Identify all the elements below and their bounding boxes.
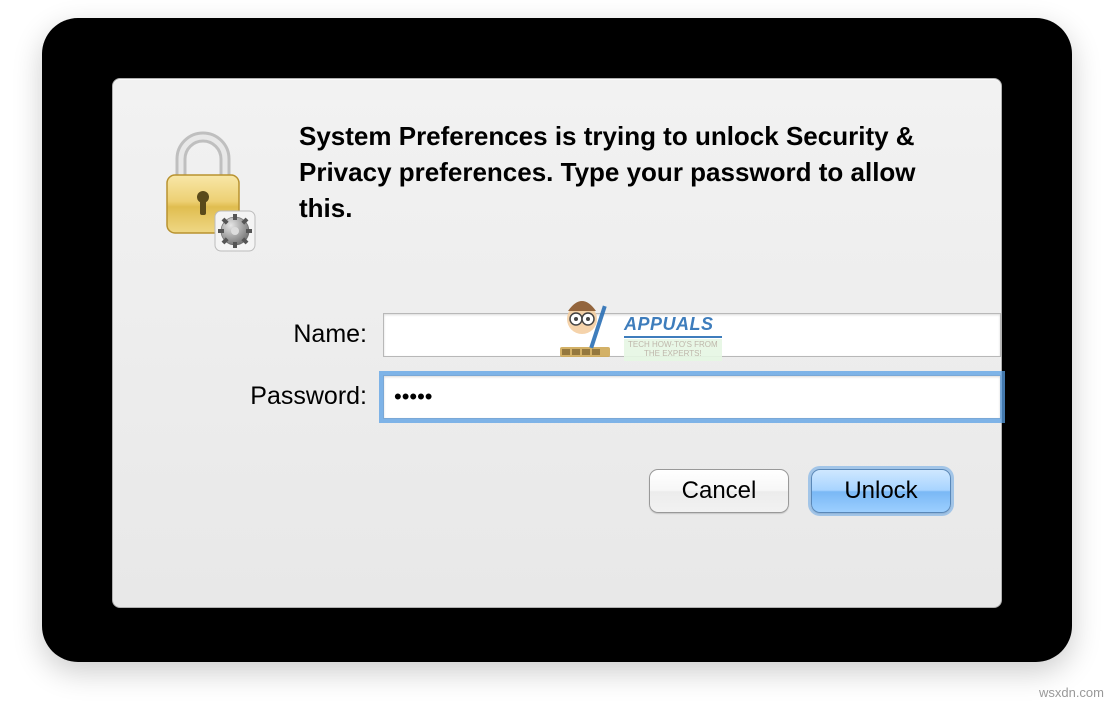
dialog-message: System Preferences is trying to unlock S… (299, 119, 951, 227)
password-input[interactable] (383, 375, 1001, 419)
unlock-button[interactable]: Unlock (811, 469, 951, 513)
attribution-text: wsxdn.com (1039, 685, 1104, 700)
lock-icon (153, 119, 263, 283)
window-frame: System Preferences is trying to unlock S… (42, 18, 1072, 662)
password-label: Password: (113, 382, 383, 411)
name-label: Name: (113, 320, 383, 349)
auth-dialog: System Preferences is trying to unlock S… (112, 78, 1002, 608)
name-input[interactable] (383, 313, 1001, 357)
cancel-button[interactable]: Cancel (649, 469, 789, 513)
